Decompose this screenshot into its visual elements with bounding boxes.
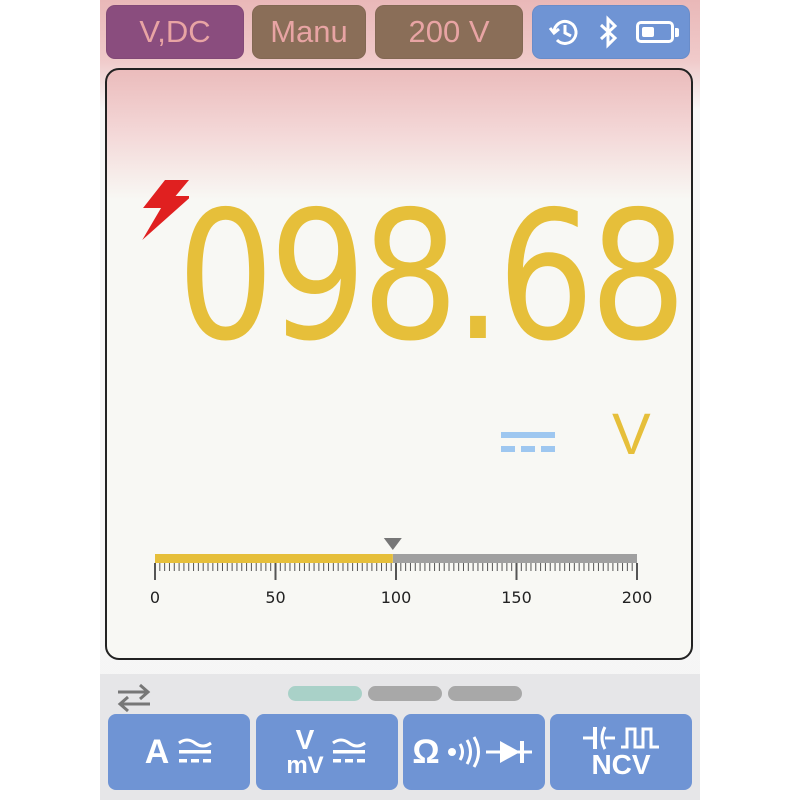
millivolts-label: mV <box>286 752 324 779</box>
scale-fill <box>155 554 393 563</box>
range-mode-label: Manu <box>270 14 348 49</box>
ncv-label: NCV <box>591 749 651 780</box>
primary-reading: 098.68 <box>177 173 687 380</box>
battery-level-fill <box>642 27 654 37</box>
range-mode-indicator[interactable]: Manu <box>252 5 366 59</box>
scale-track <box>392 554 637 563</box>
scale-tick-label: 100 <box>380 588 412 607</box>
scale-tick-label: 50 <box>265 588 286 607</box>
range-indicator[interactable]: 200 V <box>375 5 523 59</box>
continuity-diode-icon <box>447 736 532 768</box>
history-clock-icon <box>548 19 578 45</box>
mode-label: V,DC <box>139 14 211 49</box>
bluetooth-icon <box>599 15 618 49</box>
function-bar: A V mV Ω NCV <box>100 674 700 800</box>
scale-tick-label: 200 <box>621 588 653 607</box>
unit-label: V <box>612 402 651 467</box>
reading-panel: 098.68 V 0 50 100 150 200 <box>105 68 693 660</box>
scale-tick-label: 0 <box>149 588 161 607</box>
scale-pointer <box>383 538 402 550</box>
capacitor-pulse-icon <box>583 726 659 750</box>
page-dot[interactable] <box>368 686 442 701</box>
page-dot[interactable] <box>448 686 522 701</box>
amps-button[interactable]: A <box>108 714 250 790</box>
amps-label: A <box>144 732 170 771</box>
swap-arrows-icon[interactable] <box>114 682 154 712</box>
scale-tick-label: 150 <box>501 588 532 607</box>
range-label: 200 V <box>408 14 490 49</box>
bar-graph <box>154 538 638 580</box>
ohms-button[interactable]: Ω <box>403 714 545 790</box>
mode-indicator[interactable]: V,DC <box>106 5 244 59</box>
ac-dc-icon <box>331 738 366 763</box>
volts-button[interactable]: V mV <box>256 714 398 790</box>
status-icons[interactable] <box>532 5 690 59</box>
page-dot[interactable] <box>288 686 362 701</box>
ac-dc-icon <box>178 738 213 763</box>
capacitance-ncv-button[interactable]: NCV <box>550 714 692 790</box>
analog-bar-scale: 0 50 100 150 200 <box>147 530 652 610</box>
multimeter-screen: V,DC Manu 200 V 098.68 V 0 50 100 150 20… <box>100 0 700 800</box>
ohms-label: Ω <box>412 732 440 771</box>
battery-icon <box>636 21 679 43</box>
volts-label: V <box>295 724 315 755</box>
dc-symbol-icon <box>501 432 555 452</box>
volts-label-stack: V mV <box>286 726 323 778</box>
